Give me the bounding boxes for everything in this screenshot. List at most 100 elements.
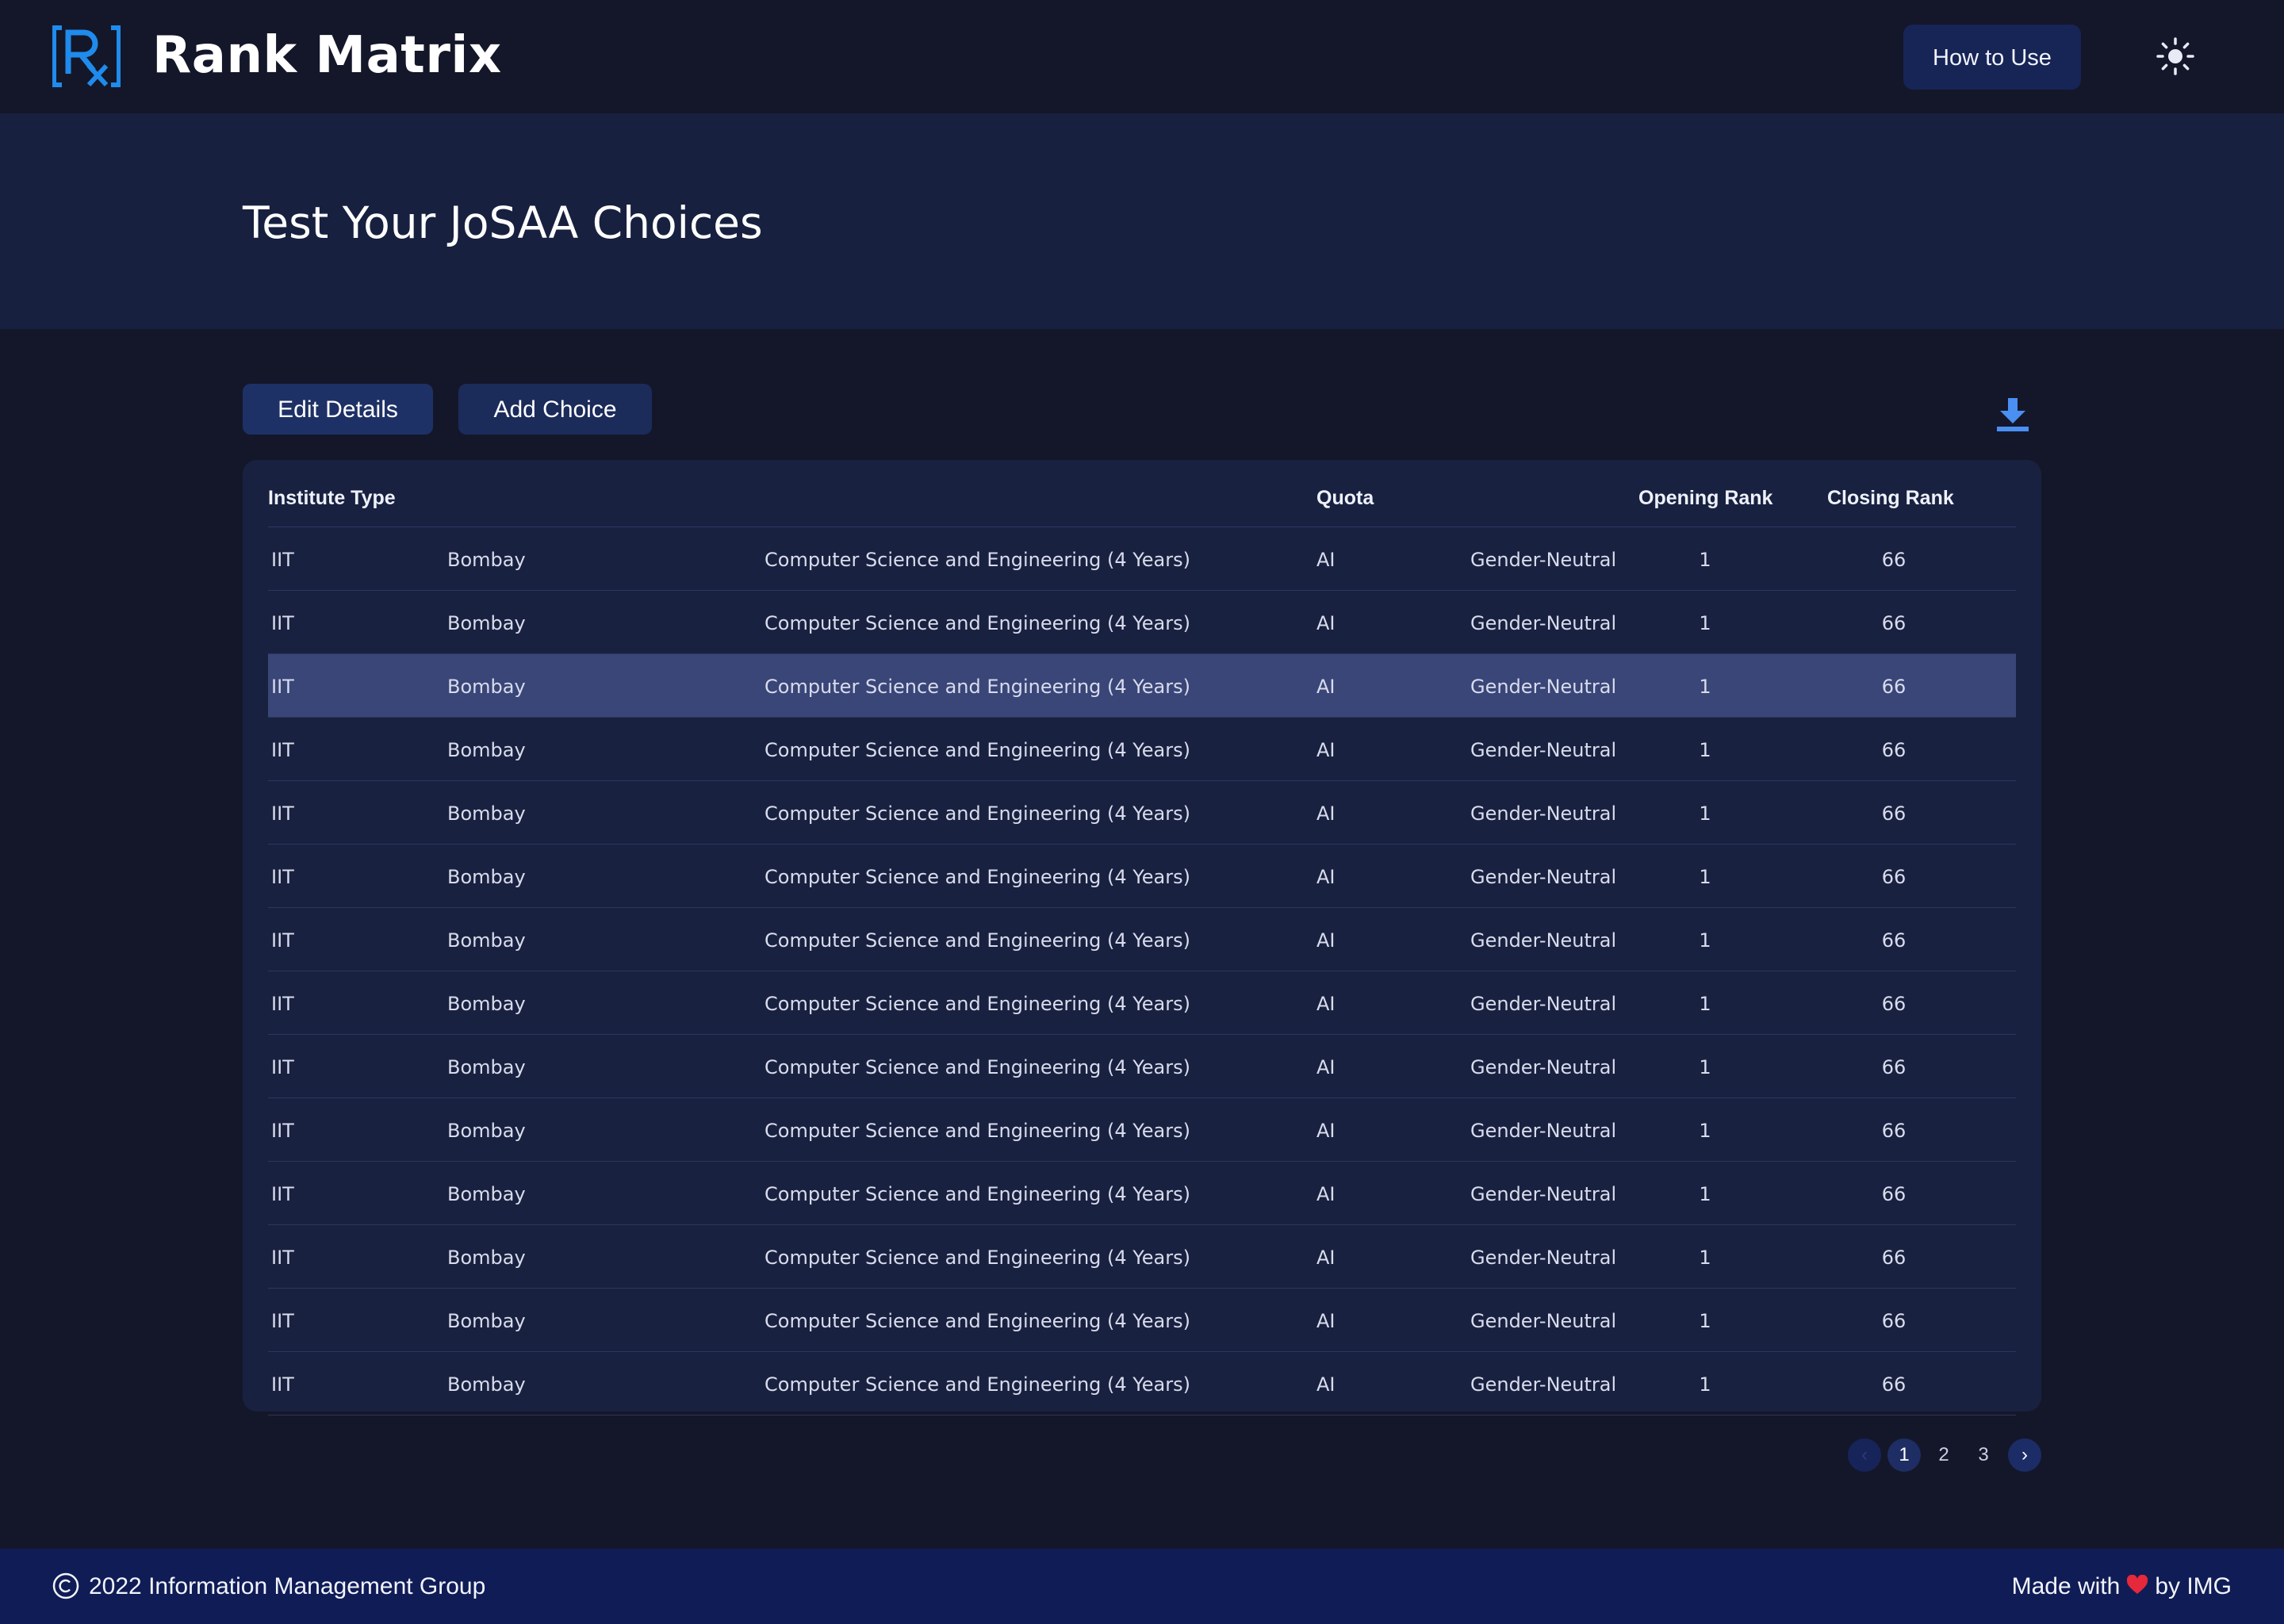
table-row[interactable]: IIT Bombay Computer Science and Engineerin… (268, 527, 2016, 591)
cell-closing-rank: 66 (1881, 1183, 1907, 1205)
cell-institute-type: IIT (271, 1247, 294, 1269)
table-row[interactable]: IIT Bombay Computer Science and Engineerin… (268, 1035, 2016, 1098)
cell-gender: Gender-Neutral (1470, 1310, 1617, 1332)
cell-program: Computer Science and Engineering (4 Year… (765, 676, 1190, 698)
cell-institute-type: IIT (271, 739, 294, 761)
cell-program: Computer Science and Engineering (4 Year… (765, 612, 1190, 634)
cell-institute: Bombay (447, 802, 526, 825)
cell-gender: Gender-Neutral (1470, 1373, 1617, 1396)
cell-institute-type: IIT (271, 676, 294, 698)
header-institute-type[interactable]: Institute Type (268, 460, 396, 527)
cell-closing-rank: 66 (1881, 802, 1907, 825)
cell-program: Computer Science and Engineering (4 Year… (765, 993, 1190, 1015)
cell-program: Computer Science and Engineering (4 Year… (765, 1120, 1190, 1142)
chevron-right-icon[interactable]: › (2008, 1438, 2041, 1472)
cell-institute-type: IIT (271, 929, 294, 952)
cell-gender: Gender-Neutral (1470, 1056, 1617, 1078)
add-choice-button[interactable]: Add Choice (458, 384, 652, 435)
table-row[interactable]: IIT Bombay Computer Science and Engineerin… (268, 781, 2016, 845)
cell-institute: Bombay (447, 993, 526, 1015)
chevron-left-icon[interactable]: ‹ (1848, 1438, 1881, 1472)
cell-quota: AI (1316, 866, 1336, 888)
cell-gender: Gender-Neutral (1470, 549, 1617, 571)
header-quota[interactable]: Quota (1316, 460, 1374, 527)
cell-gender: Gender-Neutral (1470, 1183, 1617, 1205)
heart-icon (2127, 1575, 2148, 1595)
cell-closing-rank: 66 (1881, 1310, 1907, 1332)
table-row[interactable]: IIT Bombay Computer Science and Engineerin… (268, 654, 2016, 718)
header-closing-rank[interactable]: Closing Rank (1827, 460, 1954, 527)
cell-institute-type: IIT (271, 1310, 294, 1332)
rx-logo-icon[interactable] (52, 25, 121, 88)
cell-institute: Bombay (447, 1056, 526, 1078)
cell-gender: Gender-Neutral (1470, 612, 1617, 634)
cell-opening-rank: 1 (1699, 929, 1711, 952)
cell-institute: Bombay (447, 929, 526, 952)
cell-program: Computer Science and Engineering (4 Year… (765, 1373, 1190, 1396)
page-3-button[interactable]: 3 (1967, 1438, 2000, 1472)
top-nav-bar: Rank Matrix How to Use (0, 0, 2284, 113)
cell-quota: AI (1316, 612, 1336, 634)
table-row[interactable]: IIT Bombay Computer Science and Engineerin… (268, 1352, 2016, 1415)
cell-program: Computer Science and Engineering (4 Year… (765, 1183, 1190, 1205)
table-row[interactable]: IIT Bombay Computer Science and Engineerin… (268, 971, 2016, 1035)
cell-quota: AI (1316, 802, 1336, 825)
cell-gender: Gender-Neutral (1470, 739, 1617, 761)
cell-program: Computer Science and Engineering (4 Year… (765, 929, 1190, 952)
cell-quota: AI (1316, 1183, 1336, 1205)
cell-institute-type: IIT (271, 866, 294, 888)
cell-program: Computer Science and Engineering (4 Year… (765, 866, 1190, 888)
table-row[interactable]: IIT Bombay Computer Science and Engineerin… (268, 1098, 2016, 1162)
cell-institute-type: IIT (271, 1183, 294, 1205)
cell-quota: AI (1316, 1373, 1336, 1396)
header-opening-rank[interactable]: Opening Rank (1638, 460, 1772, 527)
table-row[interactable]: IIT Bombay Computer Science and Engineerin… (268, 718, 2016, 781)
cell-gender: Gender-Neutral (1470, 1247, 1617, 1269)
cell-program: Computer Science and Engineering (4 Year… (765, 739, 1190, 761)
sun-icon[interactable] (2156, 36, 2195, 76)
cell-closing-rank: 66 (1881, 612, 1907, 634)
cell-closing-rank: 66 (1881, 1247, 1907, 1269)
copyright-notice: 2022 Information Management Group (52, 1549, 485, 1624)
table-row[interactable]: IIT Bombay Computer Science and Engineerin… (268, 1162, 2016, 1225)
cell-institute: Bombay (447, 1373, 526, 1396)
made-with-credit: Made with by IMG (2012, 1549, 2232, 1624)
table-row[interactable]: IIT Bombay Computer Science and Engineerin… (268, 908, 2016, 971)
pagination: ‹ 1 2 3 › (1848, 1438, 2041, 1472)
cell-institute: Bombay (447, 676, 526, 698)
cell-gender: Gender-Neutral (1470, 676, 1617, 698)
table-row[interactable]: IIT Bombay Computer Science and Engineerin… (268, 1289, 2016, 1352)
copyright-icon (52, 1572, 79, 1599)
table-row[interactable]: IIT Bombay Computer Science and Engineerin… (268, 1225, 2016, 1289)
cell-institute-type: IIT (271, 993, 294, 1015)
cell-institute: Bombay (447, 1183, 526, 1205)
page-2-button[interactable]: 2 (1927, 1438, 1960, 1472)
cell-quota: AI (1316, 1056, 1336, 1078)
app-name: Rank Matrix (152, 26, 502, 85)
download-icon[interactable] (1995, 396, 2030, 433)
cell-institute: Bombay (447, 1247, 526, 1269)
edit-details-button[interactable]: Edit Details (243, 384, 433, 435)
cell-program: Computer Science and Engineering (4 Year… (765, 802, 1190, 825)
cell-opening-rank: 1 (1699, 1056, 1711, 1078)
made-with-prefix: Made with (2011, 1573, 2121, 1599)
cell-quota: AI (1316, 929, 1336, 952)
cell-institute-type: IIT (271, 1120, 294, 1142)
cell-closing-rank: 66 (1881, 1373, 1907, 1396)
how-to-use-button[interactable]: How to Use (1903, 25, 2081, 90)
cell-quota: AI (1316, 1247, 1336, 1269)
table-row[interactable]: IIT Bombay Computer Science and Engineerin… (268, 591, 2016, 654)
cell-quota: AI (1316, 739, 1336, 761)
cell-opening-rank: 1 (1699, 802, 1711, 825)
cell-institute-type: IIT (271, 612, 294, 634)
cell-institute: Bombay (447, 1120, 526, 1142)
cell-institute-type: IIT (271, 802, 294, 825)
cell-opening-rank: 1 (1699, 866, 1711, 888)
cell-gender: Gender-Neutral (1470, 1120, 1617, 1142)
cell-program: Computer Science and Engineering (4 Year… (765, 1310, 1190, 1332)
page-1-button[interactable]: 1 (1887, 1438, 1921, 1472)
cell-quota: AI (1316, 1120, 1336, 1142)
cell-opening-rank: 1 (1699, 1373, 1711, 1396)
cell-closing-rank: 66 (1881, 549, 1907, 571)
table-row[interactable]: IIT Bombay Computer Science and Engineerin… (268, 845, 2016, 908)
